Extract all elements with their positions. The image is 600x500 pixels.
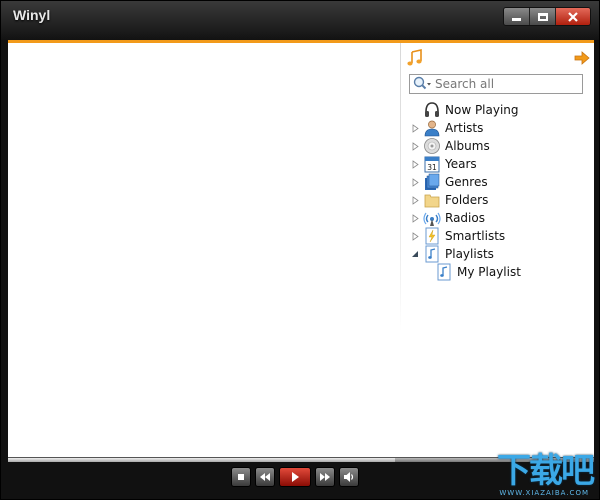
- close-button[interactable]: [556, 8, 590, 25]
- seek-bar-fill: [8, 458, 395, 462]
- tree-item-label: Now Playing: [445, 103, 519, 117]
- tree-item-label: My Playlist: [457, 265, 521, 279]
- smartlist-icon: [423, 227, 441, 245]
- tree-expander[interactable]: [407, 119, 423, 137]
- close-icon: [568, 11, 578, 22]
- search-box[interactable]: [409, 74, 583, 94]
- main-content: Now Playing Artists Albums 31 Years Genres Fol…: [8, 40, 594, 458]
- expand-arrow-icon[interactable]: [412, 141, 419, 151]
- music-note-icon[interactable]: [406, 49, 424, 67]
- tree-item-folders[interactable]: Folders: [407, 191, 587, 209]
- calendar-day: 31: [427, 163, 437, 172]
- tree-item-artists[interactable]: Artists: [407, 119, 587, 137]
- previous-button[interactable]: [255, 467, 275, 487]
- folder-icon: [423, 191, 441, 209]
- watermark-logo: 下载吧 WWW.XIAZAIBA.COM: [465, 443, 595, 497]
- maximize-icon: [537, 12, 548, 21]
- minimize-button[interactable]: [504, 8, 530, 25]
- tree-item-albums[interactable]: Albums: [407, 137, 587, 155]
- tree-item-label: Albums: [445, 139, 490, 153]
- watermark-text: 下载吧: [497, 451, 595, 491]
- playback-controls: [231, 467, 359, 487]
- rewind-icon: [260, 473, 270, 481]
- volume-button[interactable]: [339, 467, 359, 487]
- stop-button[interactable]: [231, 467, 251, 487]
- tree-expander[interactable]: [407, 155, 423, 173]
- stop-icon: [238, 474, 244, 480]
- tree-expander: [407, 101, 423, 119]
- artist-icon: [423, 119, 441, 137]
- tree-item-playlists[interactable]: Playlists: [407, 245, 587, 263]
- maximize-button[interactable]: [530, 8, 556, 25]
- fast-forward-icon: [320, 473, 330, 481]
- tree-item-label: Playlists: [445, 247, 494, 261]
- tree-item-label: Genres: [445, 175, 488, 189]
- tree-expander[interactable]: [407, 137, 423, 155]
- window-title: Winyl: [13, 7, 51, 23]
- tree-item-years[interactable]: 31 Years: [407, 155, 587, 173]
- minimize-icon: [512, 18, 521, 21]
- cd-icon: [423, 137, 441, 155]
- tree-expander[interactable]: [407, 227, 423, 245]
- calendar-icon: 31: [423, 155, 441, 173]
- tree-item-now-playing[interactable]: Now Playing: [407, 101, 587, 119]
- tree-expander[interactable]: [407, 209, 423, 227]
- watermark-url: WWW.XIAZAIBA.COM: [499, 489, 589, 497]
- title-bar[interactable]: Winyl: [1, 1, 600, 39]
- tree-item-label: Artists: [445, 121, 484, 135]
- expand-arrow-icon[interactable]: [412, 195, 419, 205]
- genres-icon: [423, 173, 441, 191]
- collapse-arrow-icon[interactable]: [411, 250, 419, 258]
- speaker-icon: [344, 472, 354, 482]
- tree-expander: [419, 263, 435, 281]
- tree-item-label: Years: [445, 157, 477, 171]
- radio-icon: [423, 209, 441, 227]
- tree-expander[interactable]: [407, 245, 423, 263]
- library-tree: Now Playing Artists Albums 31 Years Genres Fol…: [407, 101, 587, 281]
- playlist-icon: [435, 263, 453, 281]
- next-button[interactable]: [315, 467, 335, 487]
- library-pane: Now Playing Artists Albums 31 Years Genres Fol…: [401, 43, 594, 343]
- tree-item-genres[interactable]: Genres: [407, 173, 587, 191]
- play-icon: [292, 472, 299, 482]
- search-icon[interactable]: [412, 75, 432, 93]
- tree-item-label: Folders: [445, 193, 489, 207]
- tree-expander[interactable]: [407, 173, 423, 191]
- headphones-icon: [423, 101, 441, 119]
- expand-arrow-icon[interactable]: [412, 231, 419, 241]
- expand-arrow-icon[interactable]: [412, 177, 419, 187]
- play-button[interactable]: [279, 467, 311, 487]
- tree-item-label: Smartlists: [445, 229, 506, 243]
- tree-expander[interactable]: [407, 191, 423, 209]
- app-window: Winyl Search all Now Playing Artists Alb…: [0, 0, 600, 500]
- expand-arrow-icon[interactable]: [412, 159, 419, 169]
- search-input[interactable]: [432, 77, 577, 91]
- playlist-icon: [423, 245, 441, 263]
- tree-item-label: Radios: [445, 211, 485, 225]
- expand-arrow-icon[interactable]: [412, 123, 419, 133]
- tree-item-radios[interactable]: Radios: [407, 209, 587, 227]
- arrow-right-icon[interactable]: [574, 51, 590, 65]
- tree-item-my-playlist[interactable]: My Playlist: [407, 263, 587, 281]
- tree-item-smartlists[interactable]: Smartlists: [407, 227, 587, 245]
- expand-arrow-icon[interactable]: [412, 213, 419, 223]
- window-controls: [503, 7, 591, 26]
- track-list-pane[interactable]: [8, 43, 400, 458]
